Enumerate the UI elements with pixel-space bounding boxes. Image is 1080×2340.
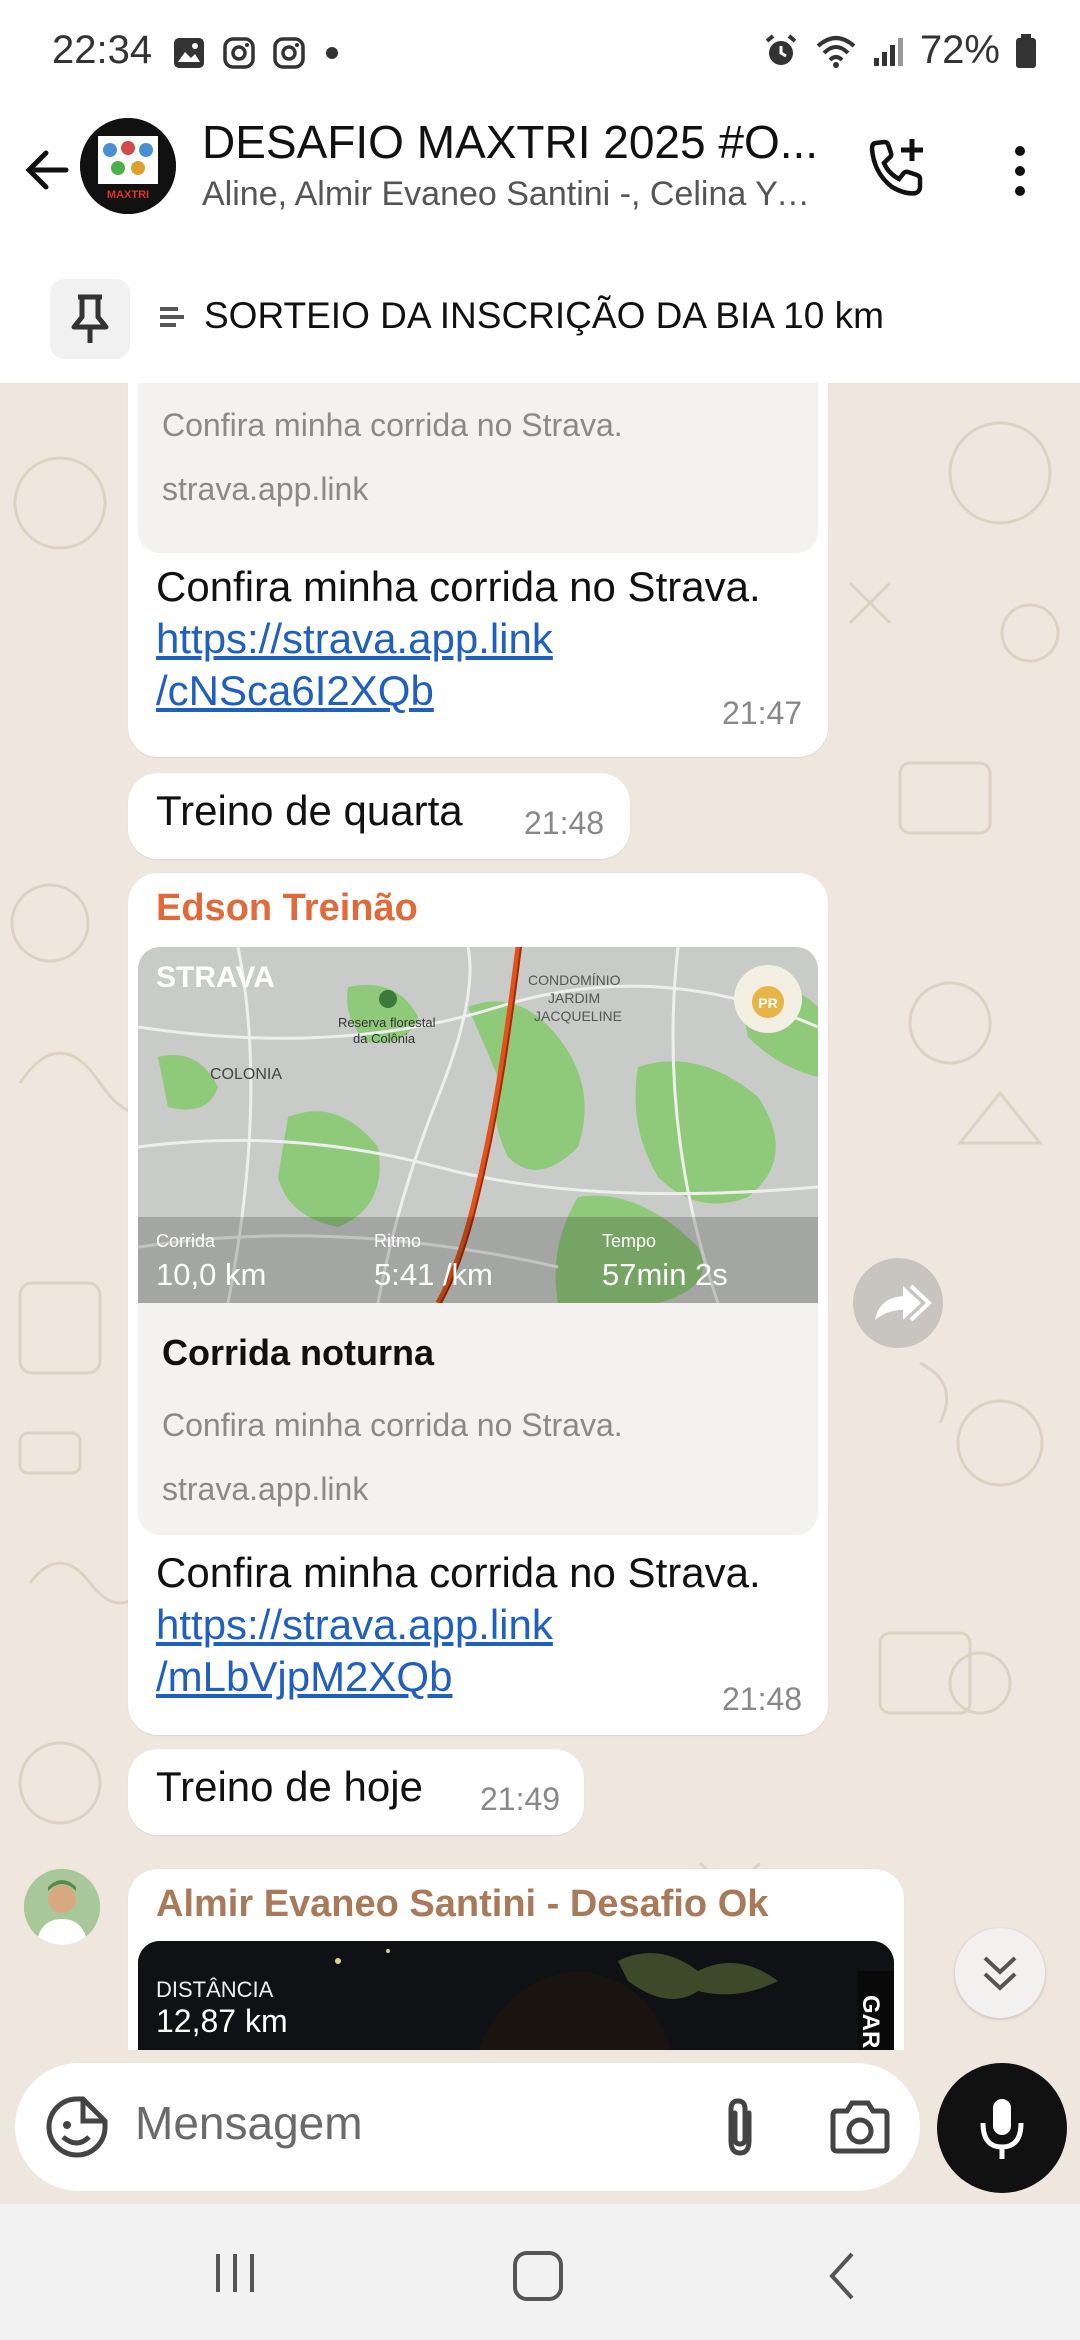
forward-button[interactable]: [853, 1258, 943, 1348]
status-bar: 22:34 72%: [0, 0, 1080, 105]
message-link-continued[interactable]: /cNSca6I2XQb: [156, 665, 434, 717]
map-label: COLONIA: [210, 1066, 282, 1083]
group-logo-image: MAXTRI: [80, 118, 176, 214]
message-time: 21:47: [722, 695, 803, 731]
message-time: 21:49: [480, 1781, 561, 1817]
instagram-icon: [223, 37, 255, 69]
map-label: JACQUELINE: [534, 1008, 622, 1024]
more-notifications-dot-icon: [326, 47, 338, 59]
status-time: 22:34: [52, 28, 153, 72]
attach-icon[interactable]: [705, 2093, 775, 2163]
alarm-icon: [765, 33, 797, 65]
add-call-icon[interactable]: [862, 133, 932, 203]
link-preview-description: Confira minha corrida no Strava.: [162, 1407, 623, 1443]
recent-apps-icon[interactable]: [210, 2248, 260, 2298]
stat-value-time: 57min 2s: [602, 1257, 728, 1292]
map-label: Reserva florestal: [338, 1015, 436, 1030]
message-link-continued[interactable]: /mLbVjpM2XQb: [156, 1651, 452, 1703]
chat-header: MAXTRI DESAFIO MAXTRI 2025 #O... Aline, …: [0, 105, 1080, 246]
battery-percent: 72%: [919, 28, 1000, 72]
message-input-bar[interactable]: Mensagem: [15, 2063, 920, 2191]
message-time: 21:48: [524, 805, 605, 841]
home-icon[interactable]: [510, 2248, 566, 2304]
message-text: Confira minha corrida no Strava.: [156, 563, 761, 610]
strava-map-image: STRAVA CONDOMÍNIO JARDIM JACQUELINE Rese…: [138, 947, 818, 1303]
gallery-icon: [174, 38, 204, 68]
link-preview-title: Corrida de entardecer: [162, 383, 557, 395]
group-title[interactable]: DESAFIO MAXTRI 2025 #O...: [202, 115, 822, 169]
group-avatar[interactable]: MAXTRI: [80, 118, 176, 214]
chat-messages[interactable]: Corrida de entardecer Confira minha corr…: [0, 383, 1080, 2050]
text-lines-icon: [160, 307, 184, 327]
forward-icon: [875, 1284, 932, 1322]
battery-icon: [1016, 33, 1036, 68]
voice-message-button[interactable]: [937, 2063, 1067, 2193]
map-label: CONDOMÍNIO: [528, 972, 621, 988]
message-text: Treino de quarta: [156, 787, 463, 834]
notification-icons: [172, 36, 342, 70]
status-right: 72%: [762, 28, 1038, 73]
message-bubble[interactable]: Treino de hoje 21:49: [128, 1749, 584, 1835]
avatar-image: [24, 1869, 100, 1945]
photo-distance-label: DISTÂNCIA: [156, 1977, 274, 2002]
link-preview[interactable]: Corrida de entardecer Confira minha corr…: [138, 383, 818, 553]
link-preview-description: Confira minha corrida no Strava.: [162, 407, 623, 443]
message-text: Confira minha corrida no Strava.: [156, 1549, 761, 1596]
map-label: JARDIM: [548, 990, 600, 1006]
photo-attachment[interactable]: DISTÂNCIA 12,87 km GAR: [138, 1941, 894, 2050]
message-link[interactable]: https://strava.app.link: [156, 1599, 553, 1651]
message-bubble[interactable]: Corrida de entardecer Confira minha corr…: [128, 383, 828, 757]
more-options-icon[interactable]: [1000, 141, 1040, 201]
stat-value-distance: 10,0 km: [156, 1257, 267, 1292]
link-preview-domain: strava.app.link: [162, 1471, 369, 1507]
message-sender[interactable]: Almir Evaneo Santini - Desafio Ok: [156, 1883, 768, 1926]
photo-distance-value: 12,87 km: [156, 2003, 288, 2039]
wifi-icon: [816, 35, 856, 68]
stat-label-pace: Ritmo: [374, 1231, 422, 1251]
message-link[interactable]: https://strava.app.link: [156, 613, 553, 665]
stat-value-pace: 5:41 /km: [374, 1257, 493, 1292]
stat-label-distance: Corrida: [156, 1231, 216, 1251]
nav-back-icon[interactable]: [822, 2248, 862, 2304]
back-arrow-icon[interactable]: [18, 140, 78, 200]
strava-logo: STRAVA: [156, 961, 275, 994]
signal-icon: [873, 37, 903, 66]
stat-label-time: Tempo: [602, 1231, 657, 1251]
message-text: Treino de hoje: [156, 1763, 423, 1810]
system-nav-bar: [0, 2204, 1080, 2340]
map-label: da Colônia: [353, 1031, 416, 1046]
group-members[interactable]: Aline, Almir Evaneo Santini -, Celina Yu…: [202, 175, 822, 214]
pin-icon: [71, 294, 109, 343]
message-bubble[interactable]: Treino de quarta 21:48: [128, 773, 630, 859]
double-chevron-down-icon: [983, 1956, 1017, 1991]
message-time: 21:48: [722, 1681, 803, 1717]
pr-badge: PR: [758, 995, 777, 1011]
strava-link-preview[interactable]: STRAVA CONDOMÍNIO JARDIM JACQUELINE Rese…: [138, 947, 818, 1535]
instagram-icon: [273, 37, 305, 69]
pinned-message-bar[interactable]: SORTEIO DA INSCRIÇÃO DA BIA 10 km: [0, 245, 1080, 384]
pin-button[interactable]: [50, 279, 130, 359]
message-input[interactable]: Mensagem: [135, 2096, 363, 2150]
link-preview-domain: strava.app.link: [162, 471, 369, 507]
message-sender[interactable]: Edson Treinão: [156, 887, 418, 930]
group-logo-text: MAXTRI: [107, 189, 149, 201]
photo-side-text: GAR: [857, 1995, 884, 2049]
link-preview-title: Corrida noturna: [162, 1332, 435, 1373]
pinned-message-text: SORTEIO DA INSCRIÇÃO DA BIA 10 km: [204, 295, 884, 336]
camera-icon[interactable]: [825, 2093, 895, 2163]
message-bubble[interactable]: Edson Treinão STRAVA CONDOMÍNIO JARDIM J…: [128, 873, 828, 1735]
sticker-emoji-icon[interactable]: [43, 2093, 111, 2161]
scroll-to-bottom-button[interactable]: [955, 1928, 1045, 2018]
message-bubble[interactable]: Almir Evaneo Santini - Desafio Ok DISTÂN…: [128, 1869, 904, 2050]
microphone-icon: [980, 2099, 1024, 2159]
sender-avatar[interactable]: [24, 1869, 100, 1945]
